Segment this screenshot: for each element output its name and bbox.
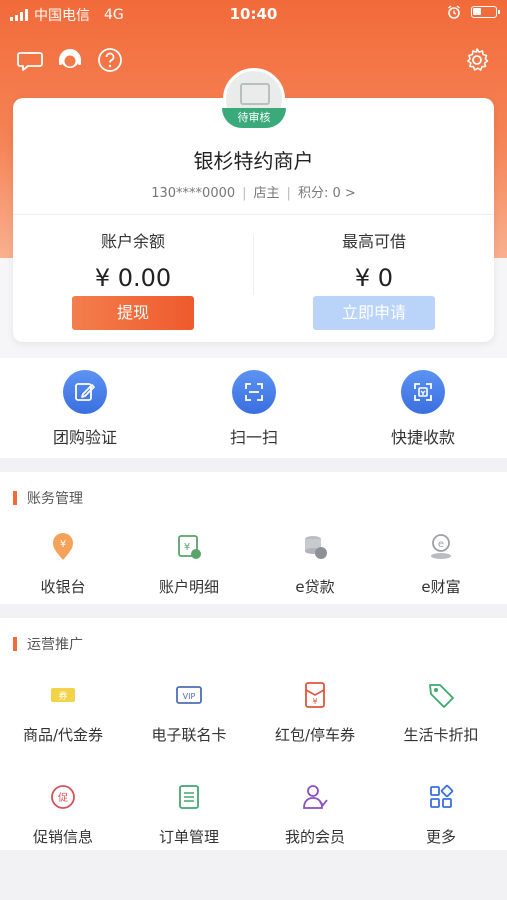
ops-item-more[interactable]: 更多 <box>378 782 504 847</box>
finance-item-label: 账户明细 <box>158 578 219 596</box>
ops-item-label: 商品/代金券 <box>22 726 104 744</box>
operations-title-text: 运营推广 <box>27 637 83 653</box>
help-icon[interactable] <box>96 46 124 74</box>
points-link[interactable]: 积分: 0 > <box>298 186 356 201</box>
finance-item-label: 收银台 <box>40 578 86 596</box>
ops-item-label: 生活卡折扣 <box>403 726 479 744</box>
account-detail-icon: ¥ <box>178 535 201 559</box>
quick-actions-bar: 团购验证 扫一扫 快捷收款 <box>0 358 507 458</box>
member-icon <box>303 785 328 809</box>
operations-section: 运营推广 券 商品/代金券 VIP 电子联名卡 ¥ 红包/停车券 生活卡折扣 促… <box>0 618 507 850</box>
ops-item-coupon[interactable]: 券 商品/代金券 <box>0 680 126 745</box>
svg-text:¥: ¥ <box>312 697 317 706</box>
promo-icon: 促 <box>51 785 75 809</box>
ops-item-red-packet[interactable]: ¥ 红包/停车券 <box>252 680 378 745</box>
image-placeholder-icon <box>240 83 270 105</box>
finance-item-e-loan[interactable]: e贷款 <box>252 532 378 597</box>
finance-item-account-detail[interactable]: ¥ 账户明细 <box>126 532 252 597</box>
settings-gear-icon[interactable] <box>463 46 491 74</box>
quick-action-quick-pay[interactable]: 快捷收款 <box>363 370 483 448</box>
finance-item-label: e贷款 <box>295 578 335 596</box>
battery-icon <box>471 6 500 18</box>
ops-item-my-members[interactable]: 我的会员 <box>252 782 378 847</box>
loan-icon <box>305 536 327 559</box>
ops-item-vip-card[interactable]: VIP 电子联名卡 <box>126 680 252 745</box>
quick-action-label: 快捷收款 <box>390 428 455 447</box>
credit-limit: 最高可借 ¥ 0 <box>254 228 494 292</box>
merchant-meta: 130****0000 | 店主 | 积分: 0 > <box>151 186 356 201</box>
account-balance-label: 账户余额 <box>100 232 165 251</box>
merchant-phone: 130****0000 <box>151 186 236 201</box>
ops-item-life-card-discount[interactable]: 生活卡折扣 <box>378 680 504 745</box>
section-marker <box>13 491 17 505</box>
ops-item-label: 我的会员 <box>284 828 345 846</box>
clock: 10:40 <box>229 5 278 23</box>
ops-item-label: 促销信息 <box>32 828 93 846</box>
ops-item-label: 电子联名卡 <box>151 726 227 744</box>
operations-section-title: 运营推广 <box>13 634 83 654</box>
wealth-icon: e <box>431 534 451 559</box>
more-icon <box>430 784 454 808</box>
ops-item-label: 更多 <box>425 828 456 846</box>
finance-item-e-wealth[interactable]: e e财富 <box>378 532 504 597</box>
status-bar: 中国电信 4G 10:40 <box>0 0 507 28</box>
alarm-icon <box>448 5 460 19</box>
ops-item-label: 订单管理 <box>158 828 219 846</box>
credit-limit-value: ¥ 0 <box>354 264 394 292</box>
tag-icon <box>429 684 454 708</box>
account-balance: 账户余额 ¥ 0.00 <box>13 228 253 292</box>
svg-text:¥: ¥ <box>184 542 190 553</box>
svg-text:¥: ¥ <box>60 539 66 550</box>
vip-card-icon: VIP <box>176 686 202 704</box>
svg-text:VIP: VIP <box>183 692 196 701</box>
merchant-role: 店主 <box>253 186 280 201</box>
svg-text:促: 促 <box>58 791 68 804</box>
finance-item-label: e财富 <box>421 578 461 596</box>
withdraw-button[interactable]: 提现 <box>72 296 194 330</box>
finance-title-text: 账务管理 <box>27 491 83 507</box>
account-balance-value: ¥ 0.00 <box>94 264 172 292</box>
ops-item-order-management[interactable]: 订单管理 <box>126 782 252 847</box>
finance-section-title: 账务管理 <box>13 488 83 508</box>
scan-icon <box>245 383 263 401</box>
section-marker <box>13 637 17 651</box>
quick-action-scan[interactable]: 扫一扫 <box>194 370 314 448</box>
order-icon <box>179 785 199 809</box>
svg-text:券: 券 <box>58 690 67 702</box>
review-status-badge: 待审核 <box>222 108 286 128</box>
qr-pay-icon <box>414 383 432 401</box>
merchant-name: 银杉特约商户 <box>193 149 314 173</box>
message-icon[interactable] <box>16 46 44 74</box>
card-divider <box>13 214 494 215</box>
ops-item-label: 红包/停车券 <box>274 726 356 744</box>
coupon-icon: 券 <box>51 688 75 702</box>
quick-action-label: 团购验证 <box>52 428 117 447</box>
svg-text:e: e <box>438 539 444 550</box>
quick-action-label: 扫一扫 <box>229 428 278 447</box>
red-packet-icon: ¥ <box>305 682 325 708</box>
quick-action-groupbuy-verify[interactable]: 团购验证 <box>25 370 145 448</box>
finance-section: 账务管理 ¥ 收银台 ¥ 账户明细 e贷款 e e财富 <box>0 472 507 604</box>
finance-item-cashier[interactable]: ¥ 收银台 <box>0 532 126 597</box>
apply-loan-button[interactable]: 立即申请 <box>313 296 435 330</box>
cashier-icon: ¥ <box>53 533 73 560</box>
credit-limit-label: 最高可借 <box>341 232 406 251</box>
customer-service-icon[interactable] <box>56 46 84 74</box>
edit-icon <box>75 383 95 401</box>
ops-item-promotion[interactable]: 促 促销信息 <box>0 782 126 847</box>
